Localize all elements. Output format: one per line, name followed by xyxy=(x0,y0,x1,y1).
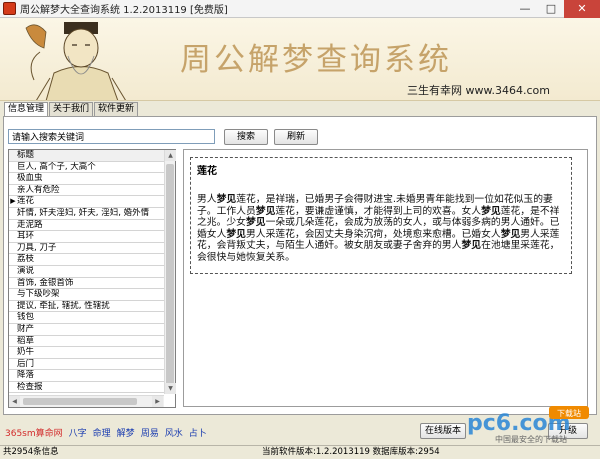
list-item[interactable]: 走泥路 xyxy=(9,220,175,232)
list-item[interactable]: 耳环 xyxy=(9,231,175,243)
scroll-up-icon[interactable]: ▲ xyxy=(165,150,176,161)
list-item[interactable]: 与下级吵架 xyxy=(9,289,175,301)
scroll-down-icon[interactable]: ▼ xyxy=(165,383,176,394)
tab-bar: 信息管理 关于我们 软件更新 xyxy=(4,102,139,116)
search-input[interactable] xyxy=(8,129,215,144)
watermark-caption: 中国最安全的下载站 xyxy=(495,434,567,444)
list-item[interactable]: 极血虫 xyxy=(9,173,175,185)
footer-links: 365sm算命网 八字 命理 解梦 周易 风水 占卜 xyxy=(5,426,213,439)
list-horizontal-scrollbar[interactable]: ◀ ▶ xyxy=(9,395,164,407)
scroll-thumb[interactable] xyxy=(166,164,174,386)
list-item[interactable]: 亲人有危险 xyxy=(9,185,175,197)
list-item[interactable]: 稻草 xyxy=(9,336,175,348)
list-item[interactable]: 钱包 xyxy=(9,312,175,324)
list-item[interactable]: 演说 xyxy=(9,266,175,278)
dream-description: 男人梦见莲花，是祥瑞，已婚男子会得财进宝.未婚男青年能找到一位如花似玉的妻子。工… xyxy=(197,194,560,263)
tab-info-management[interactable]: 信息管理 xyxy=(4,102,49,116)
footer-link-mingli[interactable]: 命理 xyxy=(93,426,111,439)
scroll-left-icon[interactable]: ◀ xyxy=(9,396,20,407)
footer-link-bazi[interactable]: 八字 xyxy=(69,426,87,439)
footer-link-zhouyi[interactable]: 周易 xyxy=(141,426,159,439)
list-item[interactable]: 首饰, 金银首饰 xyxy=(9,278,175,290)
window-title: 周公解梦大全查询系统 1.2.2013119 [免费版] xyxy=(20,5,228,16)
app-icon xyxy=(3,2,16,15)
banner-title: 周公解梦查询系统 xyxy=(180,42,452,78)
banner-subtitle: 三生有幸网 www.3464.com xyxy=(407,84,550,97)
title-list: 标题 巨人, 高个子, 大高个 极血虫 亲人有危险 ▶ 莲花 奸情, 奸夫淫妇, … xyxy=(8,149,176,408)
list-item[interactable]: 刀具, 刀子 xyxy=(9,243,175,255)
close-button[interactable]: ✕ xyxy=(564,0,600,18)
refresh-button[interactable]: 刷新 xyxy=(274,129,318,145)
list-item[interactable]: 降落 xyxy=(9,370,175,382)
dream-title: 莲花 xyxy=(197,166,217,177)
list-vertical-scrollbar[interactable]: ▲ ▼ xyxy=(164,150,176,394)
hscroll-thumb[interactable] xyxy=(23,398,137,405)
maximize-button[interactable]: □ xyxy=(538,0,564,18)
sage-portrait-icon xyxy=(25,22,126,100)
scroll-right-icon[interactable]: ▶ xyxy=(152,396,163,407)
list-item[interactable]: 巨人, 高个子, 大高个 xyxy=(9,162,175,174)
dream-detail-box: 莲花 男人梦见莲花，是祥瑞，已婚男子会得财进宝.未婚男青年能找到一位如花似玉的妻… xyxy=(190,157,572,274)
online-version-button[interactable]: 在线版本 xyxy=(420,423,466,439)
window-controls: — □ ✕ xyxy=(512,0,600,18)
tab-about-us[interactable]: 关于我们 xyxy=(49,102,94,116)
list-header[interactable]: 标题 xyxy=(9,150,175,162)
footer-link-365sm[interactable]: 365sm算命网 xyxy=(5,426,63,439)
version-info: 当前软件版本:1.2.2013119 数据库版本:2954 xyxy=(262,447,440,457)
footer-link-jiemeng[interactable]: 解梦 xyxy=(117,426,135,439)
title-bar: 周公解梦大全查询系统 1.2.2013119 [免费版] — □ ✕ xyxy=(0,0,600,18)
status-bar: 共2954条信息 当前软件版本:1.2.2013119 数据库版本:2954 xyxy=(0,445,600,459)
list-item[interactable]: 奸情, 奸夫淫妇, 奸夫, 淫妇, 婚外情 xyxy=(9,208,175,220)
footer-link-fengshui[interactable]: 风水 xyxy=(165,426,183,439)
header-banner: 周公解梦查询系统 三生有幸网 www.3464.com xyxy=(0,18,600,101)
list-item[interactable]: 检查报 xyxy=(9,382,175,394)
list-item[interactable]: 荔枝 xyxy=(9,254,175,266)
pc6-watermark-logo: pc6.com 下载站 中国最安全的下载站 xyxy=(467,406,589,444)
list-item[interactable]: 财产 xyxy=(9,324,175,336)
tab-software-update[interactable]: 软件更新 xyxy=(94,102,139,116)
row-pointer-icon: ▶ xyxy=(10,197,16,206)
minimize-button[interactable]: — xyxy=(512,0,538,18)
record-count: 共2954条信息 xyxy=(3,447,59,457)
list-item[interactable]: 后门 xyxy=(9,359,175,371)
list-item[interactable]: 奶牛 xyxy=(9,347,175,359)
watermark-tag: 下载站 xyxy=(557,408,581,418)
search-button[interactable]: 搜索 xyxy=(224,129,268,145)
list-item[interactable]: 提议, 牵扯, 辖扰, 性辖扰 xyxy=(9,301,175,313)
list-item-selected[interactable]: ▶ 莲花 xyxy=(9,196,175,208)
footer-link-zhanbu[interactable]: 占卜 xyxy=(189,426,207,439)
